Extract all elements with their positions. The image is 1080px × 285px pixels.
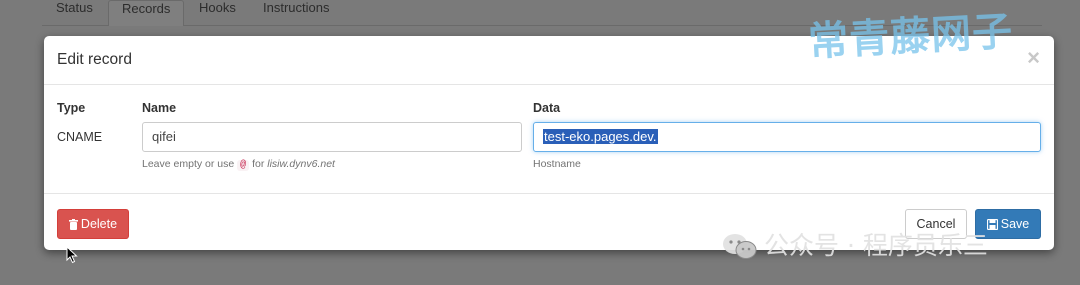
edit-record-modal: Edit record × Type Name Data CNAME qifei…	[44, 36, 1054, 250]
close-icon[interactable]: ×	[1027, 47, 1040, 69]
delete-label: Delete	[80, 217, 118, 231]
tab-hooks[interactable]: Hooks	[199, 0, 236, 26]
record-type-value: CNAME	[57, 130, 103, 144]
type-column-label: Type	[57, 101, 86, 115]
name-input[interactable]: qifei	[142, 122, 522, 152]
modal-title: Edit record	[57, 51, 132, 68]
name-column-label: Name	[142, 101, 177, 115]
data-help-text: Hostname	[533, 158, 581, 170]
name-input-value: qifei	[152, 129, 176, 144]
watermark-top: 常青藤网子	[807, 8, 1015, 66]
tab-status[interactable]: Status	[56, 0, 93, 26]
trash-icon	[68, 219, 78, 231]
delete-button[interactable]: Delete	[57, 209, 129, 239]
data-column-label: Data	[533, 101, 561, 115]
data-input[interactable]: test-eko.pages.dev.	[533, 122, 1041, 152]
data-input-value: test-eko.pages.dev.	[543, 129, 658, 144]
wechat-icon	[723, 234, 757, 259]
at-code: @	[237, 160, 250, 171]
floppy-disk-icon	[986, 219, 998, 231]
mouse-cursor-icon	[66, 246, 78, 264]
tab-instructions[interactable]: Instructions	[263, 0, 329, 26]
tab-records[interactable]: Records	[108, 0, 185, 26]
save-label: Save	[1000, 217, 1030, 231]
name-help-text: Leave empty or use @ for lisiw.dynv6.net	[142, 158, 335, 171]
watermark-bottom: 公众号 · 程序员乐三	[722, 226, 988, 260]
watermark-bottom-text: 公众号 · 程序员乐三	[764, 231, 988, 260]
domain-name: lisiw.dynv6.net	[267, 158, 335, 170]
